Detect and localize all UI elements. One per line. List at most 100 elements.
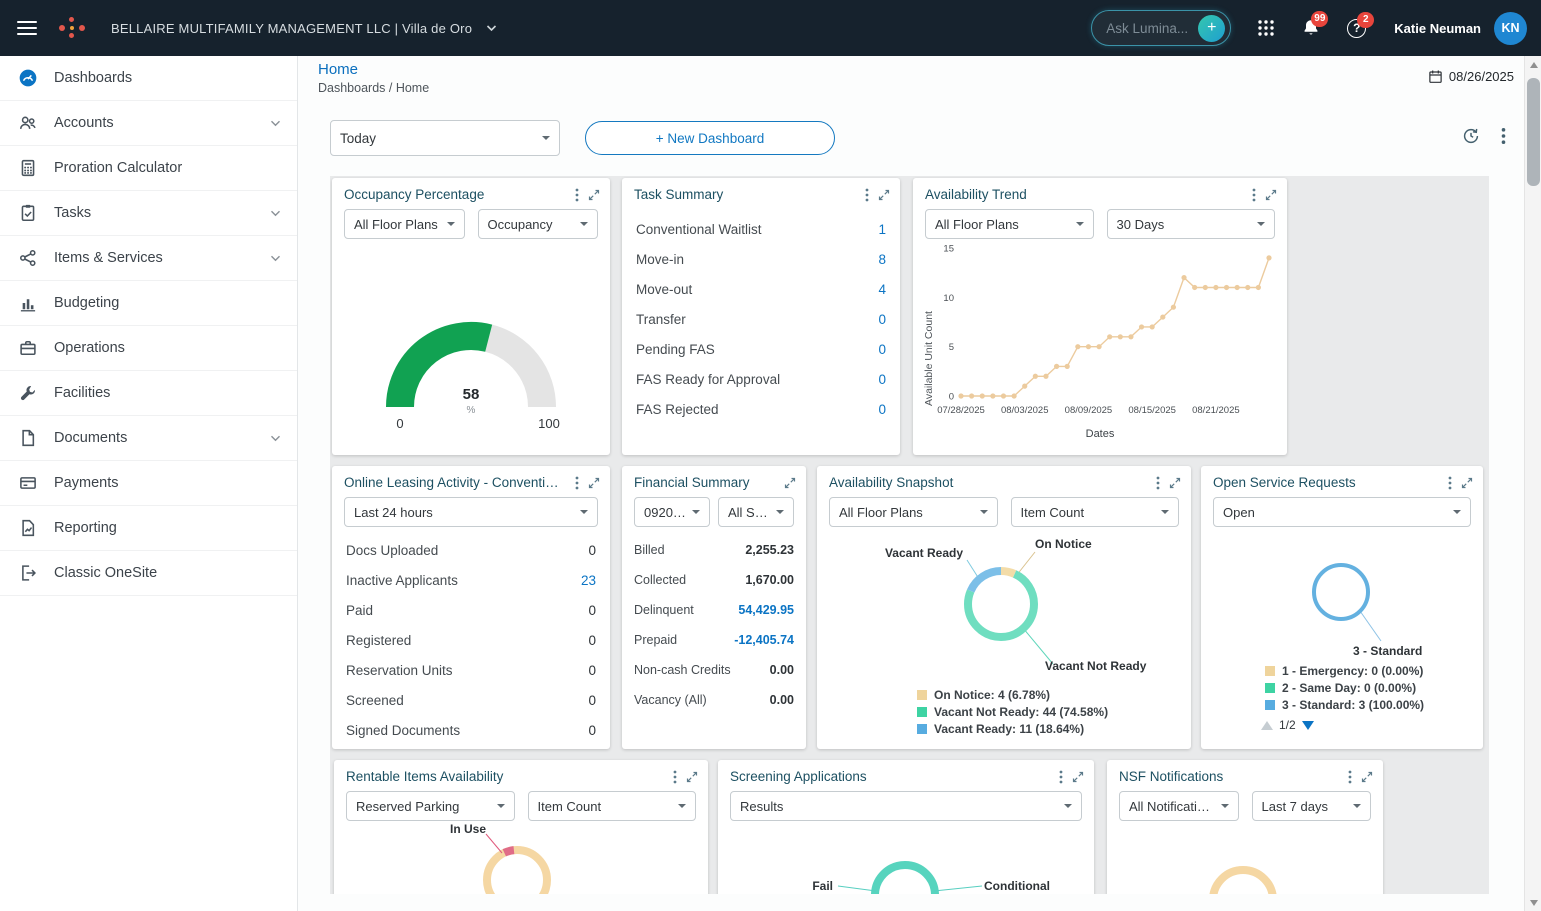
- expand-icon[interactable]: [1361, 771, 1373, 783]
- task-count-link[interactable]: 8: [878, 252, 886, 267]
- sidebar-item-tasks[interactable]: Tasks: [0, 191, 297, 236]
- widget-title: Financial Summary: [634, 475, 750, 490]
- svg-text:08/15/2025: 08/15/2025: [1128, 405, 1176, 416]
- sidebar-item-reporting[interactable]: Reporting: [0, 506, 297, 551]
- vertical-scrollbar[interactable]: [1524, 56, 1541, 911]
- scroll-down-icon[interactable]: [1525, 894, 1541, 911]
- sidebar-item-budgeting[interactable]: Budgeting: [0, 281, 297, 326]
- leasing-list: Docs Uploaded 0 Inactive Applicants 23 Pai…: [332, 527, 610, 745]
- occupancy-metric-select[interactable]: Occupancy: [477, 209, 598, 239]
- chevron-down-icon[interactable]: [486, 24, 497, 32]
- notifications-select[interactable]: All Notifications: [1119, 791, 1239, 821]
- floor-plans-select[interactable]: All Floor Plans: [829, 497, 998, 527]
- sidebar-item-operations[interactable]: Operations: [0, 326, 297, 371]
- chevron-down-icon: [270, 120, 281, 127]
- sidebar-item-proration-calculator[interactable]: Proration Calculator: [0, 146, 297, 191]
- sidebar-item-classic-onesite[interactable]: Classic OneSite: [0, 551, 297, 596]
- exit-arrow-icon: [18, 563, 38, 583]
- service-requests-legend: 1 - Emergency: 0 (0.00%) 2 - Same Day: 0…: [1265, 662, 1424, 713]
- new-dashboard-button[interactable]: + New Dashboard: [585, 121, 835, 155]
- apps-grid-icon[interactable]: [1257, 19, 1275, 37]
- task-count-link[interactable]: 1: [878, 222, 886, 237]
- menu-icon[interactable]: [17, 21, 37, 35]
- floor-plans-select[interactable]: All Floor Plans: [925, 209, 1094, 239]
- kebab-menu-icon[interactable]: [1252, 188, 1256, 202]
- rentable-item-select[interactable]: Reserved Parking: [346, 791, 515, 821]
- range-select[interactable]: Last 7 days: [1251, 791, 1371, 821]
- status-select[interactable]: Open: [1213, 497, 1471, 527]
- kebab-menu-icon[interactable]: [1059, 770, 1063, 784]
- scroll-up-icon[interactable]: [1525, 56, 1541, 73]
- kebab-menu-icon[interactable]: [575, 476, 579, 490]
- report-chart-icon: [18, 518, 38, 538]
- delinquent-link[interactable]: 54,429.95: [738, 603, 794, 617]
- notifications-bell-icon[interactable]: 99: [1301, 11, 1329, 38]
- expand-icon[interactable]: [588, 477, 600, 489]
- widget-screening-applications: Screening Applications Results Fail Cond…: [718, 760, 1094, 894]
- widget-open-service-requests: Open Service Requests Open 3 - Standard …: [1201, 466, 1483, 749]
- expand-icon[interactable]: [1265, 189, 1277, 201]
- kebab-menu-icon[interactable]: [673, 770, 677, 784]
- expand-icon[interactable]: [588, 189, 600, 201]
- task-count-link[interactable]: 0: [878, 372, 886, 387]
- page-title[interactable]: Home: [318, 61, 358, 78]
- expand-icon[interactable]: [1461, 477, 1473, 489]
- expand-icon[interactable]: [784, 477, 796, 489]
- period-filter-select[interactable]: Today: [330, 120, 560, 156]
- task-count-link[interactable]: 0: [878, 312, 886, 327]
- expand-icon[interactable]: [1072, 771, 1084, 783]
- kebab-menu-icon[interactable]: [1348, 770, 1352, 784]
- history-icon[interactable]: [1462, 127, 1480, 145]
- pager-up-icon[interactable]: [1261, 720, 1273, 730]
- sidebar-item-facilities[interactable]: Facilities: [0, 371, 297, 416]
- sidebar-item-documents[interactable]: Documents: [0, 416, 297, 461]
- svg-text:10: 10: [943, 293, 954, 304]
- app-logo: [59, 16, 87, 40]
- widget-title: NSF Notifications: [1119, 769, 1224, 784]
- sidebar-item-payments[interactable]: Payments: [0, 461, 297, 506]
- ask-lumina-search[interactable]: +: [1091, 10, 1232, 46]
- gauge-min: 0: [396, 416, 404, 431]
- legend-item: 2 - Same Day: 0 (0.00%): [1265, 679, 1424, 696]
- pager-down-icon[interactable]: [1301, 720, 1314, 730]
- svg-text:0: 0: [949, 392, 954, 403]
- scrollbar-thumb[interactable]: [1527, 78, 1540, 186]
- lumina-submit-icon[interactable]: +: [1198, 14, 1226, 42]
- expand-icon[interactable]: [878, 189, 890, 201]
- sidebar-item-items-services[interactable]: Items & Services: [0, 236, 297, 281]
- avatar[interactable]: KN: [1494, 11, 1527, 45]
- results-select[interactable]: Results: [730, 791, 1082, 821]
- kebab-menu-icon[interactable]: [1448, 476, 1452, 490]
- expand-icon[interactable]: [686, 771, 698, 783]
- metric-select[interactable]: Item Count: [1010, 497, 1179, 527]
- sidebar-item-accounts[interactable]: Accounts: [0, 101, 297, 146]
- range-select[interactable]: 30 Days: [1106, 209, 1275, 239]
- kebab-menu-icon[interactable]: [575, 188, 579, 202]
- task-count-link[interactable]: 0: [878, 402, 886, 417]
- metric-select[interactable]: Item Count: [527, 791, 696, 821]
- list-item: Move-in 8: [636, 251, 886, 267]
- kebab-menu-icon[interactable]: [865, 188, 869, 202]
- leasing-period-select[interactable]: Last 24 hours: [344, 497, 598, 527]
- sidebar: Dashboards Accounts Proration Calculator…: [0, 56, 298, 911]
- prepaid-link[interactable]: -12,405.74: [734, 633, 794, 647]
- search-input[interactable]: [1106, 20, 1193, 36]
- widget-financial-summary: Financial Summary 092025 All Subj... Bil…: [622, 466, 806, 749]
- kebab-menu-icon[interactable]: [1156, 476, 1160, 490]
- property-selector-label[interactable]: BELLAIRE MULTIFAMILY MANAGEMENT LLC | Vi…: [111, 21, 472, 36]
- list-item: Paid 0: [346, 602, 596, 618]
- dashboard-menu-kebab-icon[interactable]: [1501, 127, 1506, 145]
- floor-plans-select[interactable]: All Floor Plans: [344, 209, 465, 239]
- period-select[interactable]: 092025: [634, 497, 710, 527]
- expand-icon[interactable]: [1169, 477, 1181, 489]
- help-badge: 2: [1357, 11, 1375, 28]
- inactive-applicants-link[interactable]: 23: [581, 573, 596, 588]
- sidebar-item-dashboards[interactable]: Dashboards: [0, 56, 297, 101]
- breadcrumb[interactable]: Dashboards / Home: [318, 81, 429, 95]
- subjournal-select[interactable]: All Subj...: [718, 497, 794, 527]
- widget-title: Open Service Requests: [1213, 475, 1356, 490]
- task-count-link[interactable]: 4: [878, 282, 886, 297]
- help-icon[interactable]: ? 2: [1347, 11, 1375, 38]
- list-item: Reservation Units 0: [346, 662, 596, 678]
- task-count-link[interactable]: 0: [878, 342, 886, 357]
